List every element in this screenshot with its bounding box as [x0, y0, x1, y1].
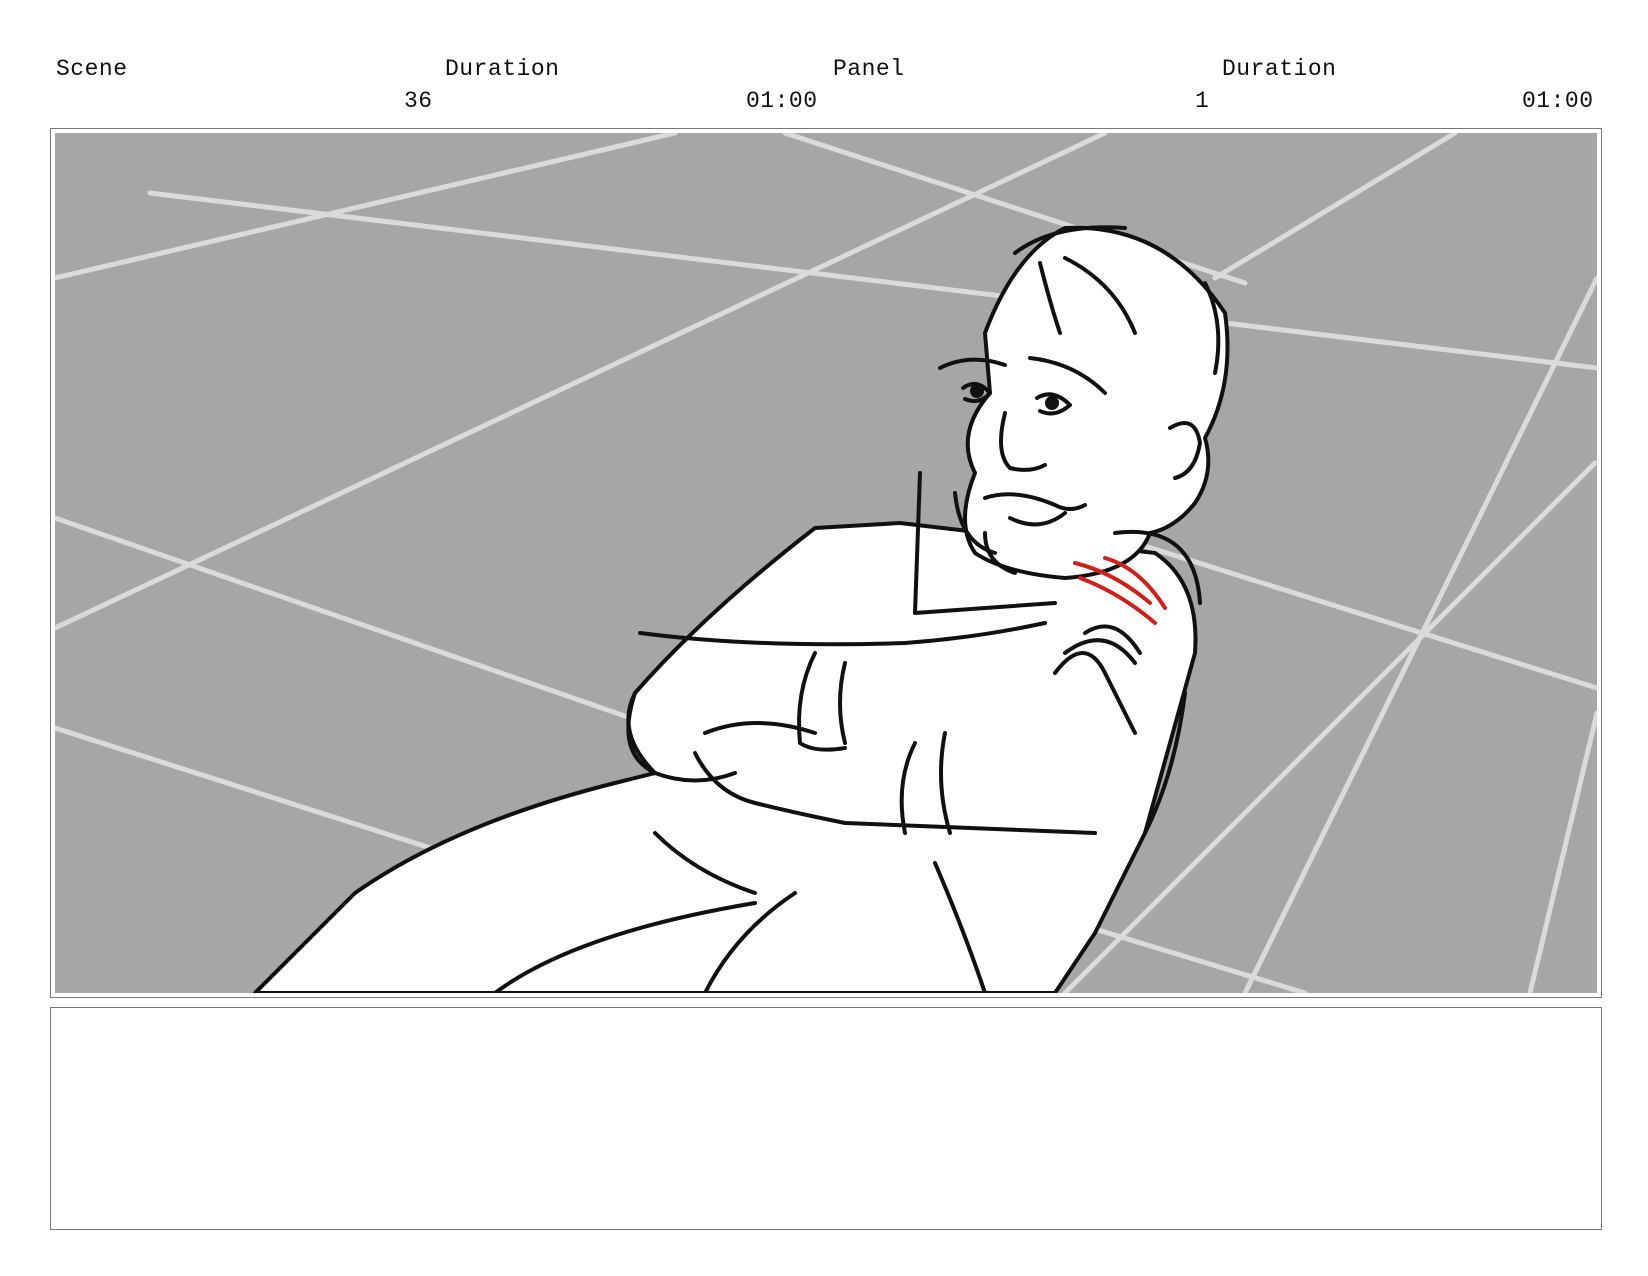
- scene-label: Scene: [56, 56, 128, 82]
- scene-number: 36: [404, 88, 433, 114]
- panel-notes-box: [50, 1007, 1602, 1230]
- panel-notes-text: [51, 1008, 1601, 1028]
- storyboard-panel: [50, 128, 1602, 998]
- panel-duration-label: Duration: [1222, 56, 1337, 82]
- panel-label: Panel: [833, 56, 905, 82]
- panel-drawing: [55, 133, 1597, 993]
- scene-duration-value: 01:00: [746, 88, 818, 114]
- panel-number: 1: [1195, 88, 1210, 114]
- scene-duration-label: Duration: [445, 56, 560, 82]
- panel-duration-value: 01:00: [1522, 88, 1594, 114]
